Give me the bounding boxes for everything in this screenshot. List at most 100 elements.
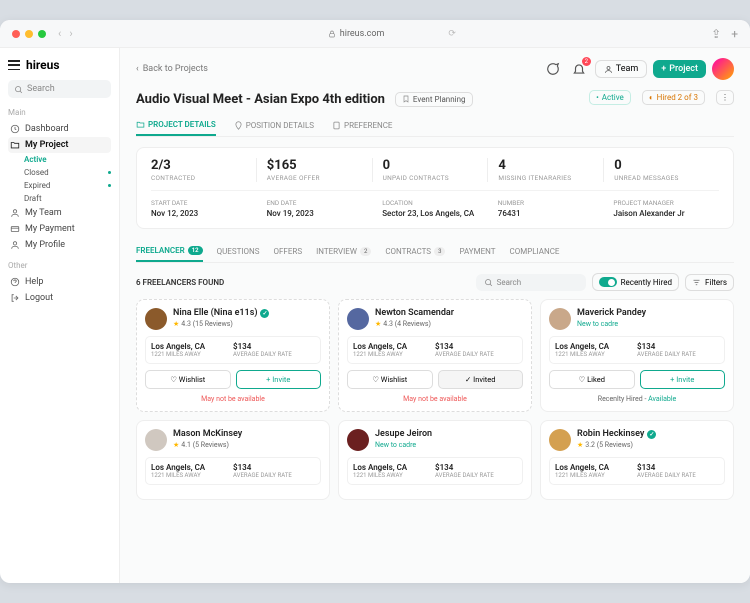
detail-value: Sector 23, Los Angels, CA — [382, 209, 478, 218]
team-button[interactable]: Team — [595, 60, 648, 78]
subtab-compliance[interactable]: COMPLIANCE — [510, 241, 560, 262]
stat-label: CONTRACTED — [151, 174, 246, 182]
rate-label: AVERAGE DAILY RATE — [435, 351, 517, 358]
close-window-icon[interactable] — [12, 30, 20, 38]
wishlist-button[interactable]: ♡ Wishlist — [347, 370, 433, 389]
back-link[interactable]: ‹Back to Projects — [136, 64, 208, 74]
menu-icon[interactable] — [8, 60, 20, 70]
new-tab-icon[interactable]: + — [731, 27, 738, 41]
dot-icon — [108, 171, 111, 174]
freelancer-card[interactable]: Robin Heckinsey ✓★3.2 (5 Reviews) Los An… — [540, 420, 734, 500]
user-avatar[interactable] — [712, 58, 734, 80]
freelancer-info: Los Angels, CA1221 MILES AWAY$134AVERAGE… — [347, 336, 523, 364]
detail-label: PROJECT MANAGER — [613, 199, 709, 207]
freelancer-info: Los Angels, CA1221 MILES AWAY$134AVERAGE… — [347, 457, 523, 485]
freelancer-card[interactable]: Newton Scamendar ★4.3 (4 Reviews) Los An… — [338, 299, 532, 412]
titlebar: ‹ › hireus.com ⟳ ⇪ + — [0, 20, 750, 48]
freelancer-card[interactable]: Maverick Pandey New to cadre Los Angels,… — [540, 299, 734, 412]
back-arrow-icon[interactable]: ‹ — [58, 27, 61, 40]
user-icon — [10, 208, 20, 218]
app-window: ‹ › hireus.com ⟳ ⇪ + hireus Search Main … — [0, 20, 750, 583]
rate: $134 — [637, 342, 719, 351]
detail-value: Nov 19, 2023 — [267, 209, 363, 218]
more-menu-icon[interactable]: ⋮ — [716, 90, 734, 105]
card-icon — [10, 224, 20, 234]
subtab-contracts[interactable]: CONTRACTS3 — [385, 241, 445, 262]
new-badge: New to cadre — [577, 320, 646, 328]
nav-logout[interactable]: Logout — [8, 290, 111, 306]
list-search[interactable]: Search — [476, 274, 586, 291]
distance: 1221 MILES AWAY — [555, 472, 637, 479]
sidebar-search[interactable]: Search — [8, 80, 111, 98]
sub-closed[interactable]: Closed — [8, 166, 111, 179]
avatar — [549, 308, 571, 330]
nav-my-profile[interactable]: My Profile — [8, 237, 111, 253]
new-project-button[interactable]: +Project — [653, 60, 706, 78]
subtab-freelancer[interactable]: FREELANCER12 — [136, 241, 203, 262]
subtab-payment[interactable]: PAYMENT — [459, 241, 495, 262]
freelancer-card[interactable]: Jesupe Jeiron New to cadre Los Angels, C… — [338, 420, 532, 500]
tab-position-details[interactable]: POSITION DETAILS — [234, 115, 314, 136]
nav-my-payment[interactable]: My Payment — [8, 221, 111, 237]
notification-icon[interactable]: 2 — [569, 59, 589, 79]
minimize-window-icon[interactable] — [25, 30, 33, 38]
dot-icon — [108, 184, 111, 187]
star-icon: ★ — [173, 441, 179, 449]
search-placeholder: Search — [27, 84, 55, 94]
liked-button[interactable]: ♡ Liked — [549, 370, 635, 389]
nav-help[interactable]: Help — [8, 274, 111, 290]
maximize-window-icon[interactable] — [38, 30, 46, 38]
url-bar[interactable]: hireus.com ⟳ — [73, 29, 712, 39]
file-icon — [332, 121, 341, 130]
stat-label: MISSING ITENARARIES — [498, 174, 593, 182]
traffic-lights — [12, 30, 46, 38]
stat-label: AVERAGE OFFER — [267, 174, 362, 182]
refresh-icon[interactable]: ⟳ — [448, 29, 456, 39]
nav-label: My Project — [25, 140, 68, 150]
sub-active[interactable]: Active — [8, 153, 111, 166]
availability-warning: May not be available — [347, 395, 523, 403]
chat-icon[interactable] — [543, 59, 563, 79]
location: Los Angels, CA — [353, 463, 435, 472]
stat-value: $165 — [267, 158, 362, 173]
dashboard-icon — [10, 124, 20, 134]
share-icon[interactable]: ⇪ — [711, 27, 721, 41]
section-main: Main — [8, 108, 111, 117]
tab-preference[interactable]: PREFERENCE — [332, 115, 392, 136]
nav-dashboard[interactable]: Dashboard — [8, 121, 111, 137]
invite-button[interactable]: + Invite — [236, 370, 322, 389]
freelancer-tabs: FREELANCER12 QUESTIONS OFFERS INTERVIEW2… — [136, 241, 734, 263]
project-title: Audio Visual Meet - Asian Expo 4th editi… — [136, 92, 385, 107]
subtab-interview[interactable]: INTERVIEW2 — [316, 241, 371, 262]
subtab-questions[interactable]: QUESTIONS — [217, 241, 260, 262]
freelancer-card[interactable]: Nina Elle (Nina e11s) ✓★4.3 (15 Reviews)… — [136, 299, 330, 412]
invited-button[interactable]: ✓ Invited — [438, 370, 524, 389]
detail-item: PROJECT MANAGERJaison Alexander Jr — [603, 199, 719, 218]
star-icon: ★ — [577, 441, 583, 449]
nav-my-project[interactable]: My Project — [8, 137, 111, 153]
subtab-offers[interactable]: OFFERS — [274, 241, 303, 262]
project-tabs: PROJECT DETAILS POSITION DETAILS PREFERE… — [136, 115, 734, 137]
sub-expired[interactable]: Expired — [8, 179, 111, 192]
category-chip[interactable]: Event Planning — [395, 92, 473, 107]
freelancer-card[interactable]: Mason McKinsey ★4.1 (5 Reviews) Los Ange… — [136, 420, 330, 500]
detail-label: NUMBER — [498, 199, 594, 207]
freelancer-name: Newton Scamendar — [375, 308, 454, 318]
distance: 1221 MILES AWAY — [151, 351, 233, 358]
stat-value: 2/3 — [151, 158, 246, 173]
filters-button[interactable]: Filters — [685, 274, 734, 291]
invite-button[interactable]: + Invite — [640, 370, 726, 389]
location: Los Angels, CA — [353, 342, 435, 351]
notification-badge: 2 — [582, 57, 591, 66]
recently-hired-toggle[interactable]: Recently Hired — [592, 273, 679, 291]
avatar — [347, 429, 369, 451]
results-count: 6 FREELANCERS FOUND — [136, 278, 224, 287]
tab-project-details[interactable]: PROJECT DETAILS — [136, 115, 216, 136]
sub-draft[interactable]: Draft — [8, 192, 111, 205]
freelancer-info: Los Angels, CA1221 MILES AWAY$134AVERAGE… — [549, 336, 725, 364]
rate: $134 — [435, 342, 517, 351]
toggle-switch-icon — [599, 277, 617, 287]
nav-my-team[interactable]: My Team — [8, 205, 111, 221]
wishlist-button[interactable]: ♡ Wishlist — [145, 370, 231, 389]
rating: ★3.2 (5 Reviews) — [577, 441, 656, 449]
